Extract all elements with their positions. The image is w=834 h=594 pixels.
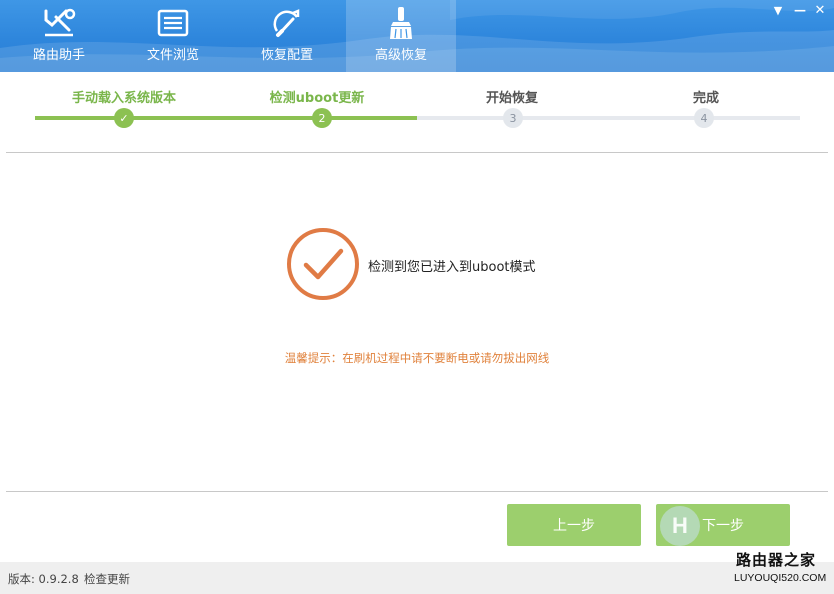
tab-label: 高级恢复 bbox=[374, 48, 427, 63]
step-marker-1: ✓ bbox=[114, 108, 134, 128]
progress-track-done bbox=[35, 116, 417, 120]
menu-dropdown-button[interactable]: ▼ bbox=[768, 0, 788, 20]
router-tools-icon bbox=[42, 6, 76, 40]
tab-file-browse[interactable]: 文件浏览 bbox=[118, 0, 228, 72]
step-marker-2: 2 bbox=[312, 108, 332, 128]
status-footer: 版本: 0.9.2.8 检查更新 bbox=[0, 562, 834, 594]
watermark-title: 路由器之家 bbox=[736, 551, 817, 569]
restore-brush-icon bbox=[270, 6, 304, 40]
checkmark-icon: ✓ bbox=[119, 111, 129, 125]
top-divider bbox=[6, 152, 828, 153]
header-bar: 路由助手 文件浏览 恢复配置 高级恢复 ▼ — ✕ bbox=[0, 0, 834, 72]
tab-advanced-restore[interactable]: 高级恢复 bbox=[346, 0, 456, 72]
tab-label: 文件浏览 bbox=[146, 48, 199, 63]
progress-track-remaining bbox=[417, 116, 800, 120]
minimize-button[interactable]: — bbox=[790, 0, 810, 20]
watermark-logo-icon: H bbox=[660, 506, 700, 546]
version-label: 版本: 0.9.2.8 bbox=[8, 572, 79, 586]
tab-label: 恢复配置 bbox=[260, 48, 313, 63]
step-label-load-version: 手动载入系统版本 bbox=[71, 91, 177, 106]
watermark-url: LUYOUQI520.COM bbox=[734, 572, 827, 584]
bottom-divider bbox=[6, 491, 828, 492]
broom-icon bbox=[384, 6, 418, 40]
step-marker-4: 4 bbox=[694, 108, 714, 128]
check-update-link[interactable]: 检查更新 bbox=[84, 571, 130, 587]
check-circle-icon bbox=[286, 227, 360, 301]
prev-step-button[interactable]: 上一步 bbox=[507, 504, 641, 546]
warning-tip: 温馨提示：在刷机过程中请不要断电或请勿拔出网线 bbox=[284, 351, 550, 365]
step-label-complete: 完成 bbox=[692, 91, 720, 106]
step-marker-3: 3 bbox=[503, 108, 523, 128]
close-icon: ✕ bbox=[814, 2, 826, 18]
tab-restore-config[interactable]: 恢复配置 bbox=[232, 0, 342, 72]
chevron-down-icon: ▼ bbox=[773, 3, 783, 17]
uboot-status-text: 检测到您已进入到uboot模式 bbox=[368, 260, 536, 275]
minimize-icon: — bbox=[794, 3, 806, 17]
tab-label: 路由助手 bbox=[32, 48, 85, 63]
step-label-start-restore: 开始恢复 bbox=[485, 91, 539, 106]
tab-router-assistant[interactable]: 路由助手 bbox=[4, 0, 114, 72]
step-label-detect-uboot: 检测uboot更新 bbox=[269, 91, 365, 106]
close-button[interactable]: ✕ bbox=[810, 0, 830, 20]
step-progress: 手动载入系统版本 检测uboot更新 开始恢复 完成 ✓ 2 3 4 bbox=[0, 72, 834, 152]
file-list-icon bbox=[156, 6, 190, 40]
